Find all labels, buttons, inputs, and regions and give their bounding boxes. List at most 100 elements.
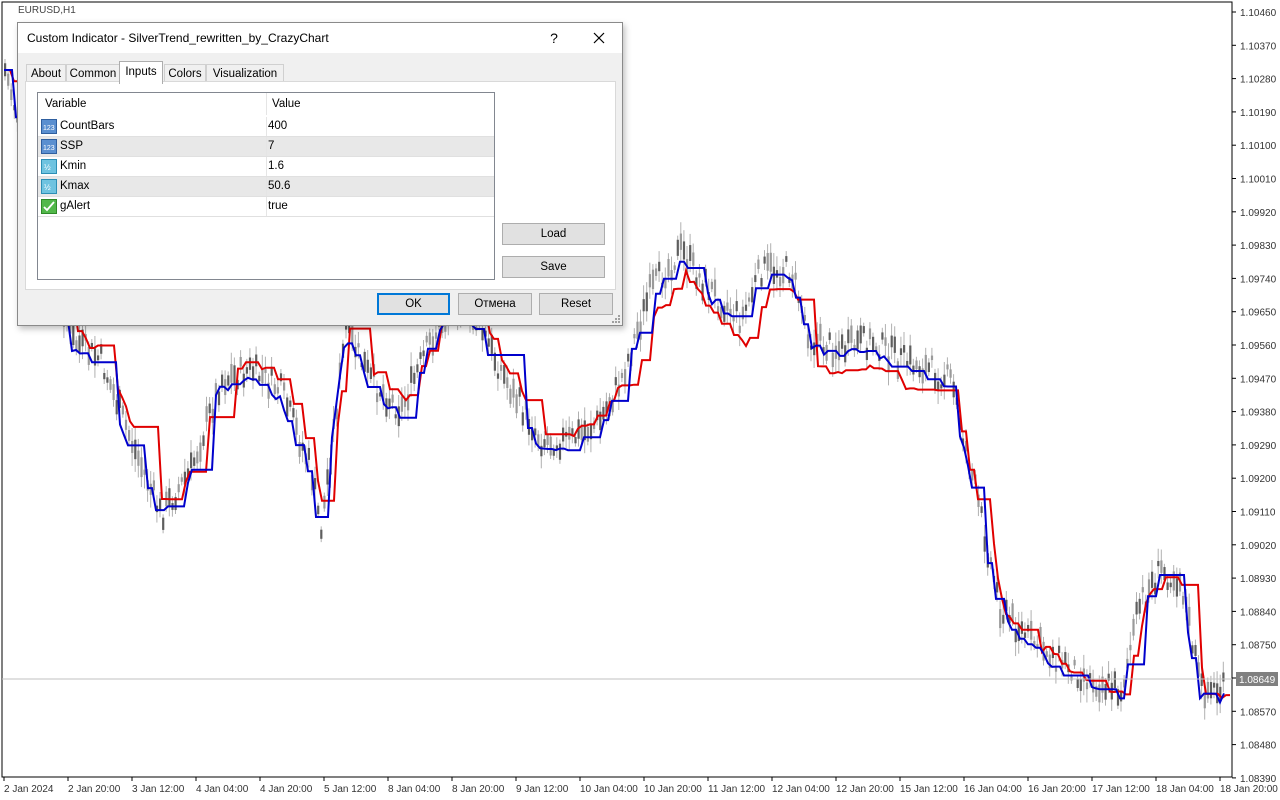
candle-body [199,442,202,462]
candle-body [692,252,695,266]
candle-body [1054,667,1058,672]
candle-body [1132,618,1135,636]
price-label: 1.09740 [1240,274,1277,285]
save-button[interactable]: Save [502,256,605,278]
tab-inputs[interactable]: Inputs [119,61,163,84]
price-label: 1.09920 [1240,208,1277,219]
param-value[interactable]: 7 [268,140,274,152]
candle-body [217,391,221,406]
candle-body [558,443,562,460]
symbol-label: EURUSD,H1 [18,5,76,16]
time-label: 16 Jan 04:00 [964,784,1022,795]
table-header: Variable Value [38,93,494,115]
candle-body [546,434,549,445]
param-value[interactable]: true [268,200,288,212]
candle-body [865,347,868,361]
candle-body [837,341,841,361]
candle-body [744,304,748,311]
candle-body [599,411,602,431]
param-value[interactable]: 400 [268,120,287,132]
param-row-kmax[interactable]: ½ Kmax 50.6 [38,177,494,197]
candle-body [999,609,1002,629]
resize-grip-icon[interactable] [611,314,621,324]
price-label: 1.09470 [1240,374,1277,385]
candle-body [289,400,292,407]
candle-body [1182,595,1185,605]
candle-body [326,469,329,485]
candle-body [245,367,248,374]
param-row-galert[interactable]: gAlert true [38,197,494,217]
candle-body [893,336,896,353]
help-button[interactable]: ? [540,23,568,53]
candle-body [121,405,124,415]
candle-body [106,377,109,383]
candle-body [627,353,630,362]
reset-button[interactable]: Reset [539,293,613,315]
candle-body [850,325,853,343]
price-label: 1.09110 [1240,508,1276,519]
column-value[interactable]: Value [272,98,301,110]
candle-body [131,440,134,453]
candle-body [828,332,831,340]
param-value[interactable]: 1.6 [268,160,284,172]
candle-body [376,393,379,403]
candle-body [1023,632,1027,638]
time-label: 2 Jan 2024 [4,784,54,795]
close-button[interactable] [584,23,614,53]
param-row-countbars[interactable]: 123 CountBars 400 [38,117,494,137]
candle-body [813,342,816,356]
candle-body [196,451,199,464]
candle-body [1076,678,1079,688]
load-button[interactable]: Load [502,223,605,245]
candle-body [7,73,10,86]
candle-body [1135,601,1138,615]
candle-body [841,334,844,349]
candle-body [261,368,264,384]
candle-body [748,297,751,302]
price-label: 1.10280 [1240,75,1277,86]
price-label: 1.09650 [1240,308,1277,319]
param-row-kmin[interactable]: ½ Kmin 1.6 [38,157,494,177]
candle-body [255,354,258,367]
candle-body [831,352,834,368]
candle-body [487,338,490,347]
candle-body [868,328,872,340]
cancel-button[interactable]: Отмена [458,293,532,315]
candle-body [515,394,518,414]
candle-body [239,356,242,367]
price-label: 1.09200 [1240,474,1277,485]
param-row-ssp[interactable]: 123 SSP 7 [38,137,494,157]
candle-body [1085,682,1089,690]
candle-body [388,398,391,408]
parameters-table[interactable]: Variable Value 123 CountBars 400 123 SSP… [37,92,495,280]
candle-body [273,384,276,395]
candle-body [109,379,112,390]
ok-button[interactable]: OK [377,293,450,315]
candle-body [221,374,224,388]
time-label: 15 Jan 12:00 [900,784,958,795]
dialog-titlebar[interactable]: Custom Indicator - SilverTrend_rewritten… [18,23,622,53]
candle-body [202,435,205,446]
candle-body [915,360,918,370]
candle-body [710,281,713,290]
candle-body [227,375,230,386]
candle-body [949,369,952,378]
candle-body [738,325,741,333]
candle-body [726,302,729,311]
candle-body [503,365,506,384]
candle-body [205,406,208,422]
time-label: 18 Jan 20:00 [1220,784,1278,795]
price-label: 1.10460 [1240,8,1277,19]
candle-body [651,269,655,290]
candle-body [1064,652,1067,664]
candle-body [78,335,81,354]
candle-body [648,274,651,288]
current-price-text: 1.08649 [1239,675,1276,686]
candle-body [655,268,658,276]
candle-body [1113,671,1116,689]
param-value[interactable]: 50.6 [268,180,290,192]
svg-text:½: ½ [44,163,51,172]
column-variable[interactable]: Variable [45,98,86,110]
candle-body [190,452,193,469]
candle-body [413,372,416,384]
